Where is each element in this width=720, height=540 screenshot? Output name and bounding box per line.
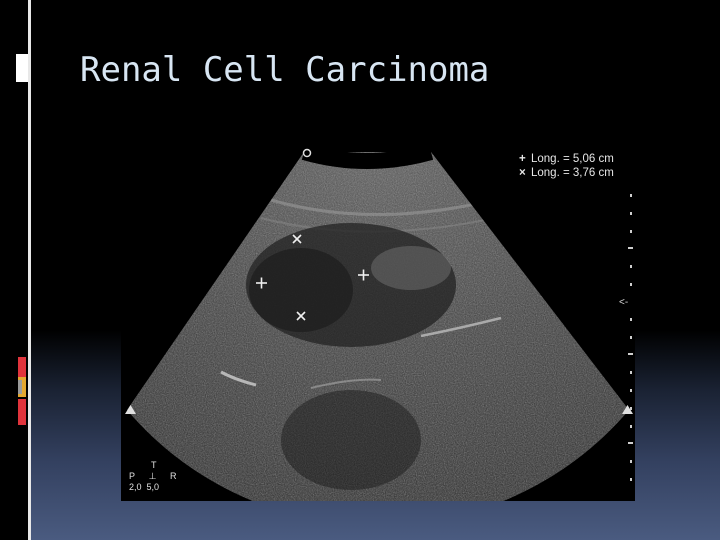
orientation-right-label: R: [170, 471, 177, 481]
orientation-values-row: 2,0 5,0: [129, 482, 177, 493]
orientation-middle-row: P ⊥ R: [129, 471, 177, 482]
title-bullet-marker: [16, 54, 28, 82]
measurement-text: Long. = 3,76 cm: [531, 167, 614, 179]
measurement-row-2: × Long. = 3,76 cm: [519, 166, 614, 180]
orientation-top-label: T: [151, 460, 157, 470]
decor-bar-red: [18, 357, 26, 377]
decor-bar-red-lower: [18, 399, 26, 425]
orientation-icon: ⊥: [148, 471, 157, 481]
depth-marker: <-: [619, 297, 629, 308]
measurement-text: Long. = 5,06 cm: [531, 153, 614, 165]
orientation-top-row: T: [129, 460, 177, 471]
orientation-left-label: P: [129, 471, 136, 481]
slide-title: Renal Cell Carcinoma: [80, 50, 490, 90]
measurement-symbol: +: [519, 153, 526, 165]
depth-scale: [628, 194, 633, 481]
decor-bar-gray: [18, 380, 22, 394]
measurement-readout: + Long. = 5,06 cm × Long. = 3,76 cm: [519, 152, 614, 180]
measurement-row-1: + Long. = 5,06 cm: [519, 152, 614, 166]
orientation-values: 2,0 5,0: [129, 482, 160, 492]
orientation-legend: T P ⊥ R 2,0 5,0: [129, 460, 177, 493]
left-divider-line: [28, 0, 31, 540]
ultrasound-image: + Long. = 5,06 cm × Long. = 3,76 cm <- T P…: [121, 140, 635, 501]
measurement-symbol: ×: [519, 167, 526, 179]
ultrasound-scan: [125, 144, 633, 501]
